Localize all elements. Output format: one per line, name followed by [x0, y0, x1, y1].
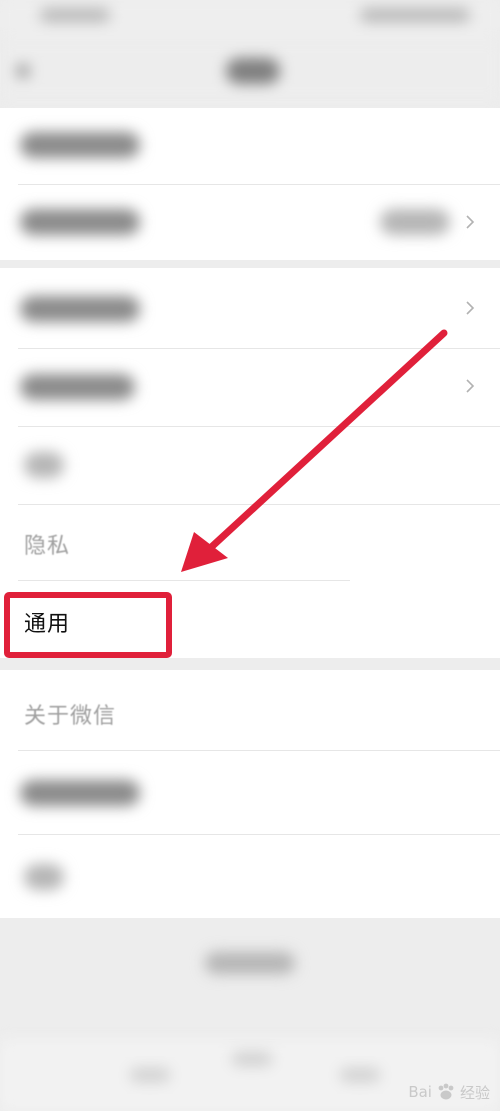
watermark: Bai 经验	[408, 1081, 490, 1103]
settings-row-privacy[interactable]: 隐私	[0, 504, 500, 580]
watermark-text: 经验	[459, 1083, 490, 1102]
blurred-label	[20, 209, 140, 235]
settings-row[interactable]	[0, 108, 500, 184]
settings-row[interactable]	[0, 750, 500, 834]
blurred-label	[24, 452, 64, 478]
settings-row-about[interactable]: 关于微信	[0, 670, 500, 750]
status-bar	[0, 0, 500, 40]
highlight-box	[4, 592, 172, 658]
settings-group-about: 关于微信	[0, 670, 500, 918]
about-wechat-label: 关于微信	[24, 704, 117, 729]
blurred-label	[20, 780, 140, 806]
chevron-right-icon	[466, 379, 475, 393]
chevron-right-icon	[466, 215, 475, 229]
settings-group-account	[0, 108, 500, 260]
paw-icon	[438, 1083, 454, 1100]
settings-row[interactable]	[0, 834, 500, 918]
page-title	[226, 58, 280, 84]
blurred-value	[380, 209, 450, 235]
blurred-label	[20, 296, 140, 322]
settings-row[interactable]	[0, 426, 500, 504]
blurred-label	[24, 864, 64, 890]
settings-row[interactable]	[0, 184, 500, 260]
privacy-label: 隐私	[24, 534, 71, 559]
back-icon[interactable]	[16, 64, 30, 78]
chevron-right-icon	[466, 301, 475, 315]
settings-row[interactable]	[0, 268, 500, 348]
blurred-button[interactable]	[205, 952, 295, 974]
blurred-label	[20, 132, 140, 158]
blurred-label	[20, 374, 135, 400]
watermark-brand: Bai	[408, 1083, 432, 1101]
settings-row[interactable]	[0, 348, 500, 426]
nav-bar	[0, 40, 500, 100]
